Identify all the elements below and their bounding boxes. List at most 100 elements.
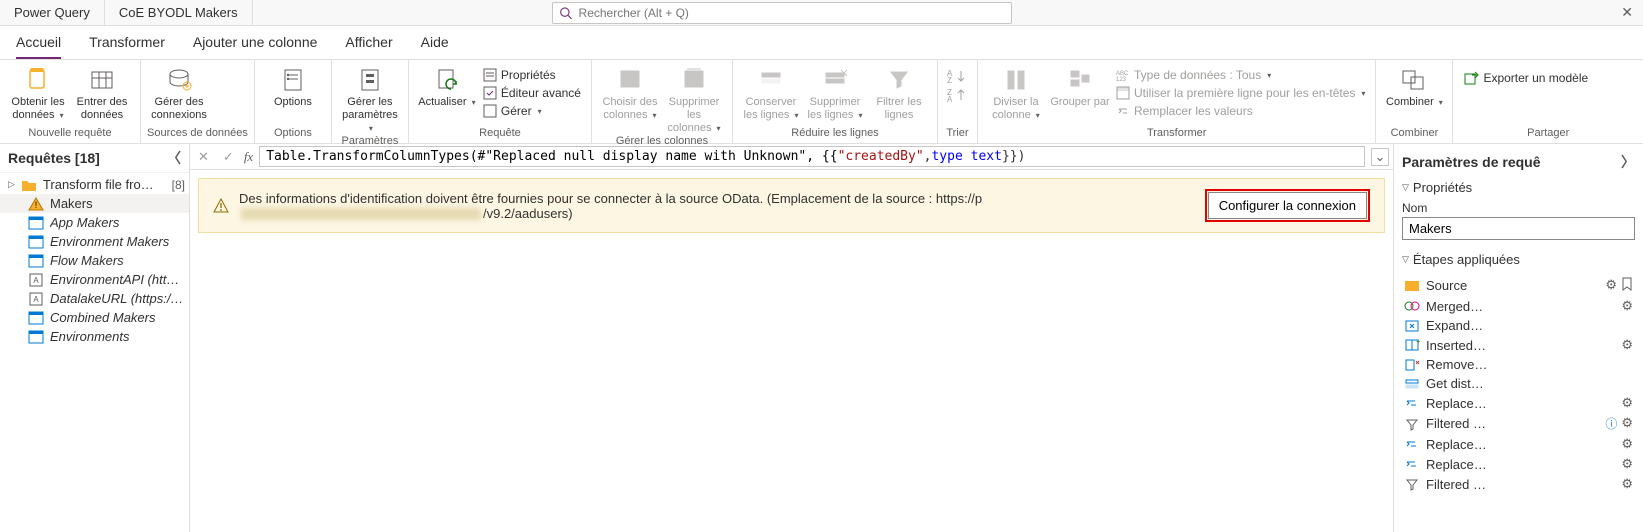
conserver-lignes-button[interactable]: Conserver les lignes ▾ xyxy=(739,62,803,122)
gear-icon[interactable]: ⚙ xyxy=(1621,456,1633,472)
filter-step-icon xyxy=(1404,477,1420,491)
step-filtered2[interactable]: Filtered … ⚙ xyxy=(1402,474,1635,494)
bookmark-icon[interactable] xyxy=(1621,277,1633,294)
tab-accueil[interactable]: Accueil xyxy=(16,26,61,59)
insert-step-icon: + xyxy=(1404,338,1420,352)
svg-text:Z: Z xyxy=(947,76,952,84)
svg-text:+: + xyxy=(1416,338,1420,346)
options-button[interactable]: Options xyxy=(261,62,325,109)
chevron-right-icon: ▷ xyxy=(8,179,15,190)
search-icon xyxy=(559,6,572,20)
gear-icon[interactable]: ⚙ xyxy=(1621,395,1633,411)
step-replace2[interactable]: Replace… ⚙ xyxy=(1402,434,1635,454)
choisir-colonnes-button[interactable]: Choisir des colonnes ▾ xyxy=(598,62,662,122)
formula-expand-button[interactable]: ⌄ xyxy=(1371,148,1389,166)
editeur-avance-button[interactable]: Éditeur avancé xyxy=(479,84,585,102)
entrer-donnees-button[interactable]: Entrer des données xyxy=(70,62,134,122)
info-icon[interactable]: ⓘ xyxy=(1605,415,1617,432)
query-flow-makers[interactable]: Flow Makers xyxy=(0,251,189,270)
step-filtered1[interactable]: Filtered … ⓘ⚙ xyxy=(1402,413,1635,434)
group-by-icon xyxy=(1066,66,1094,94)
formula-cancel-button[interactable]: ✕ xyxy=(194,149,213,165)
gerer-connexions-button[interactable]: Gérer des connexions xyxy=(147,62,211,122)
gear-icon[interactable]: ⚙ xyxy=(1605,277,1617,294)
step-source[interactable]: Source ⚙ xyxy=(1402,275,1635,296)
folder-icon xyxy=(21,178,37,192)
group-options: Options xyxy=(261,127,325,141)
query-makers[interactable]: ! Makers xyxy=(0,194,189,213)
query-settings-pane: Paramètres de requê 〉 ▽Propriétés Nom ▽É… xyxy=(1393,144,1643,532)
section-properties[interactable]: ▽Propriétés xyxy=(1402,176,1635,199)
sort-desc-button[interactable]: ZA xyxy=(947,87,967,106)
expand-settings-icon[interactable]: 〉 xyxy=(1621,152,1635,172)
options-icon xyxy=(279,66,307,94)
queries-header: Requêtes [18] xyxy=(8,150,100,166)
sort-asc-button[interactable]: AZ xyxy=(947,68,967,87)
supprimer-colonnes-button[interactable]: Supprimer les colonnes ▾ xyxy=(662,62,726,135)
tab-aide[interactable]: Aide xyxy=(421,26,449,59)
section-steps[interactable]: ▽Étapes appliquées xyxy=(1402,248,1635,271)
refresh-icon xyxy=(433,66,461,94)
group-sources: Sources de données xyxy=(147,127,248,141)
step-replace1[interactable]: Replace… ⚙ xyxy=(1402,393,1635,413)
gear-icon[interactable]: ⚙ xyxy=(1621,337,1633,353)
proprietes-button[interactable]: Propriétés xyxy=(479,66,585,84)
formula-input[interactable]: Table.TransformColumnTypes(#"Replaced nu… xyxy=(259,146,1365,167)
query-app-makers[interactable]: App Makers xyxy=(0,213,189,232)
collapse-queries-icon[interactable]: 〈 xyxy=(167,148,181,168)
remplacer-valeurs-button[interactable]: Remplacer les valeurs xyxy=(1112,102,1369,120)
tab-transformer[interactable]: Transformer xyxy=(89,26,165,59)
close-icon[interactable]: ✕ xyxy=(1611,4,1643,21)
group-reduire: Réduire les lignes xyxy=(739,127,931,141)
configure-connection-button[interactable]: Configurer la connexion xyxy=(1208,192,1367,219)
type-donnees-button[interactable]: ABC123Type de données : Tous ▾ xyxy=(1112,66,1369,84)
gear-icon[interactable]: ⚙ xyxy=(1621,436,1633,452)
table-icon xyxy=(28,330,44,344)
headers-icon xyxy=(1116,86,1130,100)
premiere-ligne-button[interactable]: Utiliser la première ligne pour les en-t… xyxy=(1112,84,1369,102)
query-env-makers[interactable]: Environment Makers xyxy=(0,232,189,251)
gear-icon[interactable]: ⚙ xyxy=(1621,476,1633,492)
exporter-modele-button[interactable]: Exporter un modèle xyxy=(1459,68,1592,88)
query-env-api[interactable]: A EnvironmentAPI (http… xyxy=(0,270,189,289)
query-name-input[interactable] xyxy=(1402,217,1635,240)
gerer-button[interactable]: Gérer ▾ xyxy=(479,102,585,120)
grouper-par-button[interactable]: Grouper par xyxy=(1048,62,1112,109)
table-icon xyxy=(28,254,44,268)
replace-step-icon xyxy=(1404,457,1420,471)
settings-header: Paramètres de requê xyxy=(1402,154,1541,170)
gerer-parametres-button[interactable]: Gérer les paramètres ▾ xyxy=(338,62,402,135)
obtenir-donnees-button[interactable]: Obtenir les données ▾ xyxy=(6,62,70,122)
manage-icon xyxy=(483,104,497,118)
redacted-url xyxy=(241,208,481,220)
datatype-icon: ABC123 xyxy=(1116,68,1130,82)
tab-afficher[interactable]: Afficher xyxy=(345,26,392,59)
tab-ajouter[interactable]: Ajouter une colonne xyxy=(193,26,318,59)
svg-text:123: 123 xyxy=(1116,77,1127,82)
step-getdist[interactable]: Get dist… xyxy=(1402,374,1635,393)
step-remove[interactable]: Remove… xyxy=(1402,355,1635,374)
folder-transform-file[interactable]: ▷ Transform file fro… [8] xyxy=(0,175,189,194)
formula-confirm-button[interactable]: ✓ xyxy=(219,149,238,165)
svg-text:A: A xyxy=(947,95,953,103)
step-expand[interactable]: Expand… xyxy=(1402,316,1635,335)
filtrer-lignes-button[interactable]: Filtrer les lignes xyxy=(867,62,931,122)
step-replace3[interactable]: Replace… ⚙ xyxy=(1402,454,1635,474)
query-combined-makers[interactable]: Combined Makers xyxy=(0,308,189,327)
warning-icon: ! xyxy=(28,197,44,211)
search-input[interactable] xyxy=(579,6,1006,20)
query-datalake[interactable]: A DatalakeURL (https:/… xyxy=(0,289,189,308)
supprimer-lignes-button[interactable]: Supprimer les lignes ▾ xyxy=(803,62,867,122)
combiner-button[interactable]: Combiner ▾ xyxy=(1382,62,1446,109)
gear-icon[interactable]: ⚙ xyxy=(1621,415,1633,432)
diviser-colonne-button[interactable]: Diviser la colonne ▾ xyxy=(984,62,1048,122)
fx-icon: fx xyxy=(244,149,253,165)
query-environments[interactable]: Environments xyxy=(0,327,189,346)
search-box[interactable] xyxy=(552,2,1012,24)
step-merged[interactable]: Merged… ⚙ xyxy=(1402,296,1635,316)
gear-icon[interactable]: ⚙ xyxy=(1621,298,1633,314)
actualiser-button[interactable]: Actualiser ▾ xyxy=(415,62,479,109)
text-icon: A xyxy=(28,273,44,287)
queries-pane: Requêtes [18] 〈 ▷ Transform file fro… [8… xyxy=(0,144,190,532)
step-inserted[interactable]: + Inserted… ⚙ xyxy=(1402,335,1635,355)
